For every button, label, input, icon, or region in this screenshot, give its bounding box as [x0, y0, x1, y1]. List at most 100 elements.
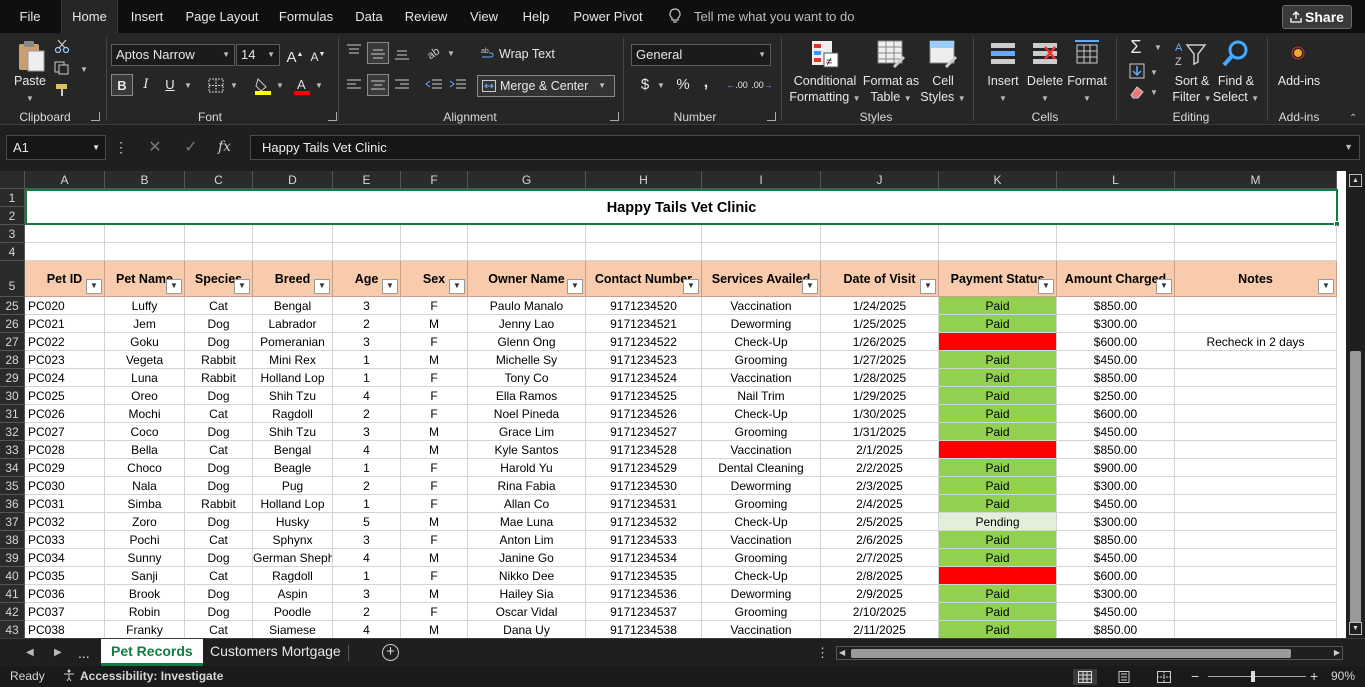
table-cell[interactable]: Rabbit: [185, 351, 253, 369]
table-cell[interactable]: Oreo: [105, 387, 185, 405]
currency-button[interactable]: $: [634, 74, 656, 96]
table-cell[interactable]: F: [401, 477, 468, 495]
scroll-right-icon[interactable]: ▶: [1334, 647, 1340, 659]
tab-view[interactable]: View: [464, 0, 504, 33]
table-cell[interactable]: [1175, 513, 1337, 531]
table-cell[interactable]: $450.00: [1057, 549, 1175, 567]
table-cell[interactable]: Oscar Vidal: [468, 603, 586, 621]
table-cell[interactable]: Tony Co: [468, 369, 586, 387]
table-cell[interactable]: Poodle: [253, 603, 333, 621]
scroll-up-icon[interactable]: ▲: [1349, 174, 1362, 187]
table-cell[interactable]: Jenny Lao: [468, 315, 586, 333]
empty-cell[interactable]: [821, 243, 939, 261]
select-all-button[interactable]: [0, 171, 25, 189]
table-cell[interactable]: 9171234521: [586, 315, 702, 333]
table-cell[interactable]: 4: [333, 549, 401, 567]
table-cell[interactable]: PC038: [25, 621, 105, 638]
payment-status-cell[interactable]: Paid: [939, 585, 1057, 603]
empty-cell[interactable]: [185, 225, 253, 243]
row-header-40[interactable]: 40: [0, 567, 25, 585]
name-box[interactable]: A1 ▼: [6, 135, 106, 160]
empty-cell[interactable]: [939, 243, 1057, 261]
table-cell[interactable]: $600.00: [1057, 333, 1175, 351]
increase-indent-icon[interactable]: [449, 78, 467, 92]
row-header-38[interactable]: 38: [0, 531, 25, 549]
table-cell[interactable]: $450.00: [1057, 495, 1175, 513]
table-cell[interactable]: M: [401, 585, 468, 603]
table-cell[interactable]: Rabbit: [185, 369, 253, 387]
table-cell[interactable]: $450.00: [1057, 603, 1175, 621]
empty-cell[interactable]: [185, 243, 253, 261]
row-header-1[interactable]: 1: [0, 189, 25, 207]
normal-view-icon[interactable]: [1073, 669, 1097, 685]
bold-button[interactable]: B: [111, 74, 133, 96]
column-header-k[interactable]: K: [939, 171, 1057, 189]
zoom-slider-thumb[interactable]: [1251, 671, 1256, 682]
table-cell[interactable]: Holland Lop: [253, 495, 333, 513]
table-cell[interactable]: Goku: [105, 333, 185, 351]
table-cell[interactable]: PC029: [25, 459, 105, 477]
table-header-cell[interactable]: Owner Name ▼: [468, 261, 586, 297]
table-cell[interactable]: PC027: [25, 423, 105, 441]
table-cell[interactable]: 9171234531: [586, 495, 702, 513]
table-cell[interactable]: 2/5/2025: [821, 513, 939, 531]
more-options-icon[interactable]: ⋮: [114, 135, 128, 160]
table-cell[interactable]: PC030: [25, 477, 105, 495]
column-header-m[interactable]: M: [1175, 171, 1337, 189]
decrease-font-size-icon[interactable]: A▼: [307, 44, 329, 66]
table-cell[interactable]: Shih Tzu: [253, 387, 333, 405]
row-header-35[interactable]: 35: [0, 477, 25, 495]
table-cell[interactable]: Siamese: [253, 621, 333, 638]
table-cell[interactable]: $850.00: [1057, 297, 1175, 315]
page-layout-view-icon[interactable]: [1117, 669, 1135, 685]
table-cell[interactable]: $600.00: [1057, 405, 1175, 423]
table-cell[interactable]: $300.00: [1057, 315, 1175, 333]
filter-dropdown-icon[interactable]: ▼: [1318, 279, 1334, 294]
table-cell[interactable]: $600.00: [1057, 567, 1175, 585]
table-cell[interactable]: Vaccination: [702, 441, 821, 459]
table-cell[interactable]: 9171234537: [586, 603, 702, 621]
payment-status-cell[interactable]: Unpaid: [939, 441, 1057, 459]
table-header-cell[interactable]: Services Availed ▼: [702, 261, 821, 297]
table-cell[interactable]: 4: [333, 621, 401, 638]
chevron-down-icon[interactable]: ▼: [657, 81, 665, 90]
table-cell[interactable]: 2: [333, 315, 401, 333]
table-cell[interactable]: Dog: [185, 333, 253, 351]
table-cell[interactable]: Glenn Ong: [468, 333, 586, 351]
table-cell[interactable]: Recheck in 2 days: [1175, 333, 1337, 351]
format-painter-icon[interactable]: [54, 83, 70, 97]
scroll-down-icon[interactable]: ▼: [1349, 622, 1362, 635]
decrease-indent-icon[interactable]: [425, 78, 443, 92]
column-header-c[interactable]: C: [185, 171, 253, 189]
table-cell[interactable]: PC023: [25, 351, 105, 369]
row-header-4[interactable]: 4: [0, 243, 25, 261]
table-cell[interactable]: 1/28/2025: [821, 369, 939, 387]
column-header-j[interactable]: J: [821, 171, 939, 189]
table-cell[interactable]: Shih Tzu: [253, 423, 333, 441]
filter-dropdown-icon[interactable]: ▼: [920, 279, 936, 294]
tab-data[interactable]: Data: [350, 0, 388, 33]
table-cell[interactable]: Dog: [185, 585, 253, 603]
table-cell[interactable]: Noel Pineda: [468, 405, 586, 423]
table-cell[interactable]: F: [401, 387, 468, 405]
copy-icon[interactable]: [54, 61, 70, 75]
conditional-formatting-button[interactable]: Conditional Formatting ▼: [789, 73, 861, 107]
table-header-cell[interactable]: Payment Status ▼: [939, 261, 1057, 297]
payment-status-cell[interactable]: Paid: [939, 495, 1057, 513]
page-break-view-icon[interactable]: [1157, 669, 1175, 685]
table-cell[interactable]: 1: [333, 495, 401, 513]
table-cell[interactable]: Ragdoll: [253, 567, 333, 585]
payment-status-cell[interactable]: Paid: [939, 297, 1057, 315]
row-header-34[interactable]: 34: [0, 459, 25, 477]
table-cell[interactable]: Holland Lop: [253, 369, 333, 387]
table-cell[interactable]: 1/27/2025: [821, 351, 939, 369]
table-cell[interactable]: F: [401, 603, 468, 621]
table-cell[interactable]: F: [401, 567, 468, 585]
table-header-cell[interactable]: Date of Visit ▼: [821, 261, 939, 297]
table-cell[interactable]: 2/10/2025: [821, 603, 939, 621]
empty-cell[interactable]: [702, 243, 821, 261]
table-cell[interactable]: 2/7/2025: [821, 549, 939, 567]
table-cell[interactable]: Pug: [253, 477, 333, 495]
row-header-30[interactable]: 30: [0, 387, 25, 405]
table-cell[interactable]: PC021: [25, 315, 105, 333]
